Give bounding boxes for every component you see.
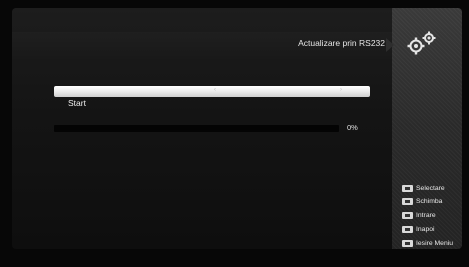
start-item[interactable]: Start	[68, 98, 86, 108]
help-label: Inapoi	[416, 225, 435, 233]
help-legend: Selectare Schimba Intrare Inapoi Iesire …	[402, 182, 468, 251]
selected-menu-row[interactable]: ‹ ›	[54, 86, 370, 97]
title-pointer-icon	[386, 38, 394, 52]
help-label: Intrare	[416, 212, 436, 220]
progress-percent: 0%	[347, 123, 358, 132]
help-item: Schimba	[402, 196, 468, 208]
gears-icon	[404, 28, 440, 58]
exit-key-icon	[402, 239, 413, 247]
progress-bar	[54, 125, 339, 132]
arrow-right-icon[interactable]: ›	[340, 87, 342, 94]
help-item: Selectare	[402, 182, 468, 194]
page-title: Actualizare prin RS232	[298, 38, 385, 48]
help-item: Iesire Meniu	[402, 237, 468, 249]
arrow-left-icon[interactable]: ‹	[214, 87, 216, 94]
help-item: Inapoi	[402, 223, 468, 235]
change-key-icon	[402, 198, 413, 206]
select-key-icon	[402, 184, 413, 192]
help-label: Selectare	[416, 184, 445, 192]
menu-key-icon	[402, 225, 413, 233]
help-label: Schimba	[416, 198, 443, 206]
stb-screen: Actualizare prin RS232 ‹ › Start 0% Sele…	[0, 0, 469, 267]
help-item: Intrare	[402, 210, 468, 222]
help-label: Iesire Meniu	[416, 239, 454, 247]
ok-key-icon	[402, 212, 413, 220]
